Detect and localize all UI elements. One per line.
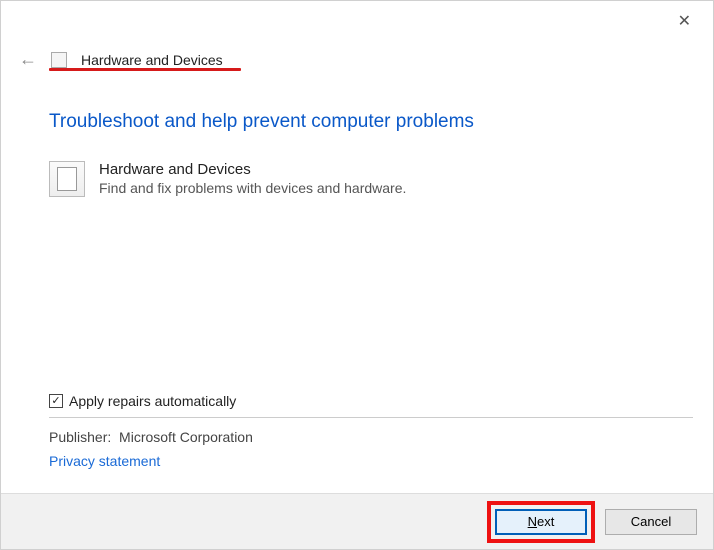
troubleshooter-icon (51, 52, 67, 68)
next-button[interactable]: Next (495, 509, 587, 535)
window-title: Hardware and Devices (81, 52, 223, 68)
header: ← Hardware and Devices (19, 49, 223, 70)
item-title: Hardware and Devices (99, 161, 406, 178)
troubleshooter-item: Hardware and Devices Find and fix proble… (49, 161, 665, 197)
publisher-label: Publisher: (49, 429, 111, 445)
footer: Next Cancel (1, 493, 713, 549)
page-heading: Troubleshoot and help prevent computer p… (49, 111, 665, 133)
apply-repairs-checkbox[interactable]: ✓ Apply repairs automatically (49, 393, 236, 409)
hardware-icon (49, 161, 85, 197)
divider (49, 417, 693, 418)
cancel-button[interactable]: Cancel (605, 509, 697, 535)
checkbox-icon: ✓ (49, 394, 63, 408)
content-area: Troubleshoot and help prevent computer p… (49, 111, 665, 197)
checkbox-label: Apply repairs automatically (69, 393, 236, 409)
publisher-info: Publisher: Microsoft Corporation (49, 429, 253, 445)
privacy-statement-link[interactable]: Privacy statement (49, 453, 160, 469)
annotation-underline (49, 68, 241, 71)
back-arrow-icon[interactable]: ← (19, 49, 37, 70)
annotation-highlight: Next (487, 501, 595, 543)
publisher-value: Microsoft Corporation (119, 429, 253, 445)
item-description: Find and fix problems with devices and h… (99, 180, 406, 196)
close-icon[interactable]: ✕ (678, 11, 691, 31)
